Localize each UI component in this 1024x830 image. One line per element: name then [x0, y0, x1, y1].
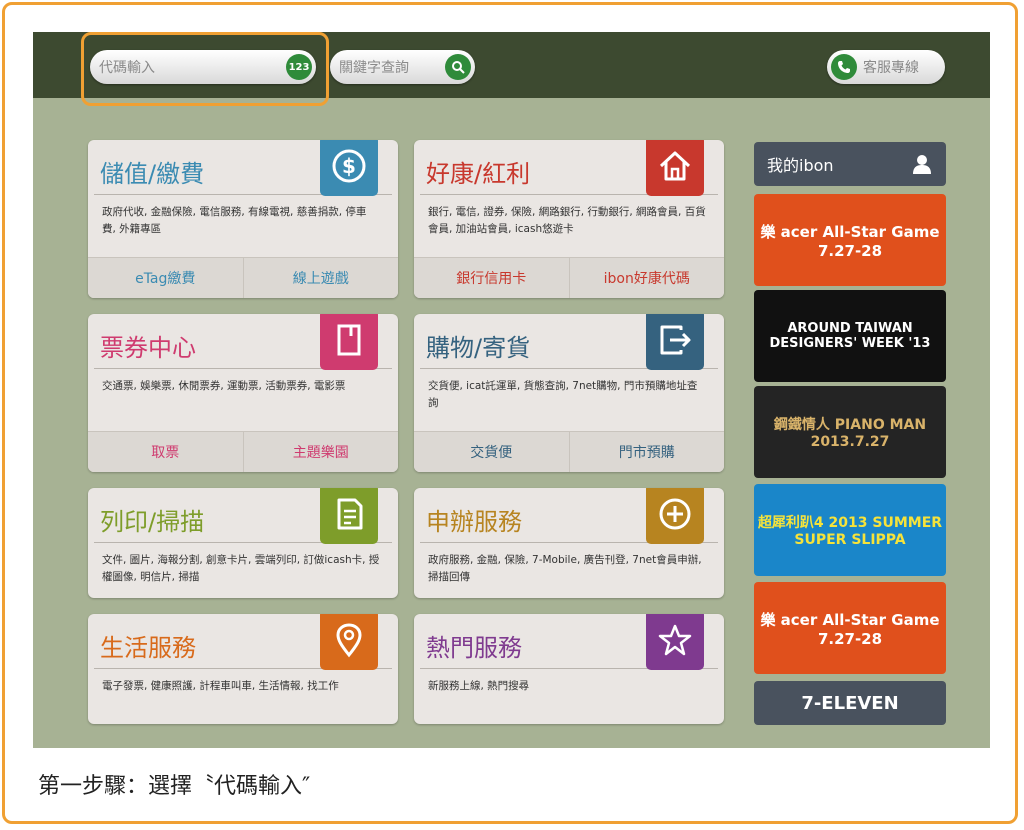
card-description: 政府服務, 金融, 保險, 7-Mobile, 廣告刊登, 7net會員申辦, … — [428, 554, 702, 583]
etag-payment-button[interactable]: eTag繳費 — [88, 258, 243, 298]
banner-text: 樂 acer All-Star Game 7.27-28 — [760, 222, 940, 260]
step-caption: 第一步驟：選擇〝代碼輸入″ — [38, 774, 311, 799]
card-title: 好康/紅利 — [426, 160, 531, 188]
location-pin-icon — [320, 614, 378, 670]
card-shopping[interactable]: 購物/寄貨 交貨便, icat託運單, 貨態查詢, 7net購物, 門市預購地址… — [414, 314, 724, 472]
banner-text: 超犀利趴4 2013 SUMMER SUPER SLIPPA — [757, 515, 943, 548]
card-tickets[interactable]: 票券中心 交通票, 娛樂票, 休閒票券, 運動票, 活動票券, 電影票 取票 主… — [88, 314, 398, 472]
card-life-service[interactable]: 生活服務 電子發票, 健康照護, 計程車叫車, 生活情報, 找工作 — [88, 614, 398, 724]
card-description: 交通票, 娛樂票, 休閒票券, 運動票, 活動票券, 電影票 — [102, 380, 346, 392]
card-description: 銀行, 電信, 證券, 保險, 網路銀行, 行動銀行, 網路會員, 百貨會員, … — [428, 206, 706, 235]
customer-service-label: 客服專線 — [863, 60, 919, 76]
plus-circle-icon — [646, 488, 704, 544]
my-ibon-button[interactable]: 我的ibon — [754, 142, 946, 186]
card-application-service[interactable]: 申辦服務 政府服務, 金融, 保險, 7-Mobile, 廣告刊登, 7net會… — [414, 488, 724, 598]
card-rewards[interactable]: 好康/紅利 銀行, 電信, 證券, 保險, 網路銀行, 行動銀行, 網路會員, … — [414, 140, 724, 298]
card-popular-service[interactable]: 熱門服務 新服務上線, 熱門搜尋 — [414, 614, 724, 724]
phone-icon — [831, 54, 857, 80]
home-icon — [646, 140, 704, 196]
card-title: 購物/寄貨 — [426, 334, 531, 362]
card-title: 申辦服務 — [426, 508, 522, 536]
card-buttons: 銀行信用卡 ibon好康代碼 — [414, 257, 724, 298]
ticket-pickup-button[interactable]: 取票 — [88, 432, 243, 472]
keyword-search-button[interactable]: 關鍵字查詢 — [330, 50, 475, 84]
dollar-icon: $ — [320, 140, 378, 196]
card-title: 熱門服務 — [426, 634, 522, 662]
ticket-icon — [320, 314, 378, 370]
code-input-highlight — [81, 32, 329, 106]
ibon-deal-code-button[interactable]: ibon好康代碼 — [568, 258, 725, 298]
keyword-search-label: 關鍵字查詢 — [339, 60, 409, 76]
banner-designers-week[interactable]: AROUND TAIWAN DESIGNERS' WEEK '13 — [754, 290, 946, 382]
banner-text: AROUND TAIWAN DESIGNERS' WEEK '13 — [769, 321, 931, 351]
card-title: 列印/掃描 — [100, 508, 205, 536]
user-icon — [912, 154, 932, 178]
card-buttons: 取票 主題樂園 — [88, 431, 398, 472]
store-preorder-button[interactable]: 門市預購 — [568, 432, 725, 472]
banner-summer-slippa[interactable]: 超犀利趴4 2013 SUMMER SUPER SLIPPA — [754, 484, 946, 576]
banner-piano-man[interactable]: 鋼鐵情人 PIANO MAN 2013.7.27 — [754, 386, 946, 478]
card-description: 文件, 圖片, 海報分割, 創意卡片, 雲端列印, 訂做icash卡, 授權圖像… — [102, 554, 380, 583]
card-description: 電子發票, 健康照護, 計程車叫車, 生活情報, 找工作 — [102, 680, 339, 692]
banner-acer-all-star-1[interactable]: 樂 acer All-Star Game 7.27-28 — [754, 194, 946, 286]
banner-text: 鋼鐵情人 PIANO MAN 2013.7.27 — [773, 417, 927, 450]
card-title: 票券中心 — [100, 334, 196, 362]
document-icon — [320, 488, 378, 544]
card-title: 生活服務 — [100, 634, 196, 662]
search-icon — [445, 54, 471, 80]
seven-eleven-label: 7-ELEVEN — [801, 692, 899, 714]
banner-acer-all-star-2[interactable]: 樂 acer All-Star Game 7.27-28 — [754, 582, 946, 674]
my-ibon-label: 我的ibon — [767, 156, 834, 175]
banner-text: 樂 acer All-Star Game 7.27-28 — [760, 610, 940, 648]
online-game-button[interactable]: 線上遊戲 — [242, 258, 399, 298]
card-buttons: 交貨便 門市預購 — [414, 431, 724, 472]
star-icon — [646, 614, 704, 670]
card-print-scan[interactable]: 列印/掃描 文件, 圖片, 海報分割, 創意卡片, 雲端列印, 訂做icash卡… — [88, 488, 398, 598]
card-title: 儲值/繳費 — [100, 160, 205, 188]
delivery-button[interactable]: 交貨便 — [414, 432, 569, 472]
bank-credit-card-button[interactable]: 銀行信用卡 — [414, 258, 569, 298]
card-description: 政府代收, 金融保險, 電信服務, 有線電視, 慈善捐款, 停車費, 外籍專區 — [102, 206, 367, 235]
customer-service-button[interactable]: 客服專線 — [827, 50, 945, 84]
card-description: 交貨便, icat託運單, 貨態查詢, 7net購物, 門市預購地址查詢 — [428, 380, 698, 409]
theme-park-button[interactable]: 主題樂園 — [242, 432, 399, 472]
svg-text:$: $ — [342, 154, 356, 178]
card-payment[interactable]: 儲值/繳費 政府代收, 金融保險, 電信服務, 有線電視, 慈善捐款, 停車費,… — [88, 140, 398, 298]
ibon-screen: 代碼輸入 123 關鍵字查詢 客服專線 儲值/繳費 政府代收, 金融保險, 電信… — [33, 32, 990, 748]
card-buttons: eTag繳費 線上遊戲 — [88, 257, 398, 298]
card-description: 新服務上線, 熱門搜尋 — [428, 680, 530, 692]
exit-arrow-icon — [646, 314, 704, 370]
seven-eleven-logo[interactable]: 7-ELEVEN — [754, 681, 946, 725]
